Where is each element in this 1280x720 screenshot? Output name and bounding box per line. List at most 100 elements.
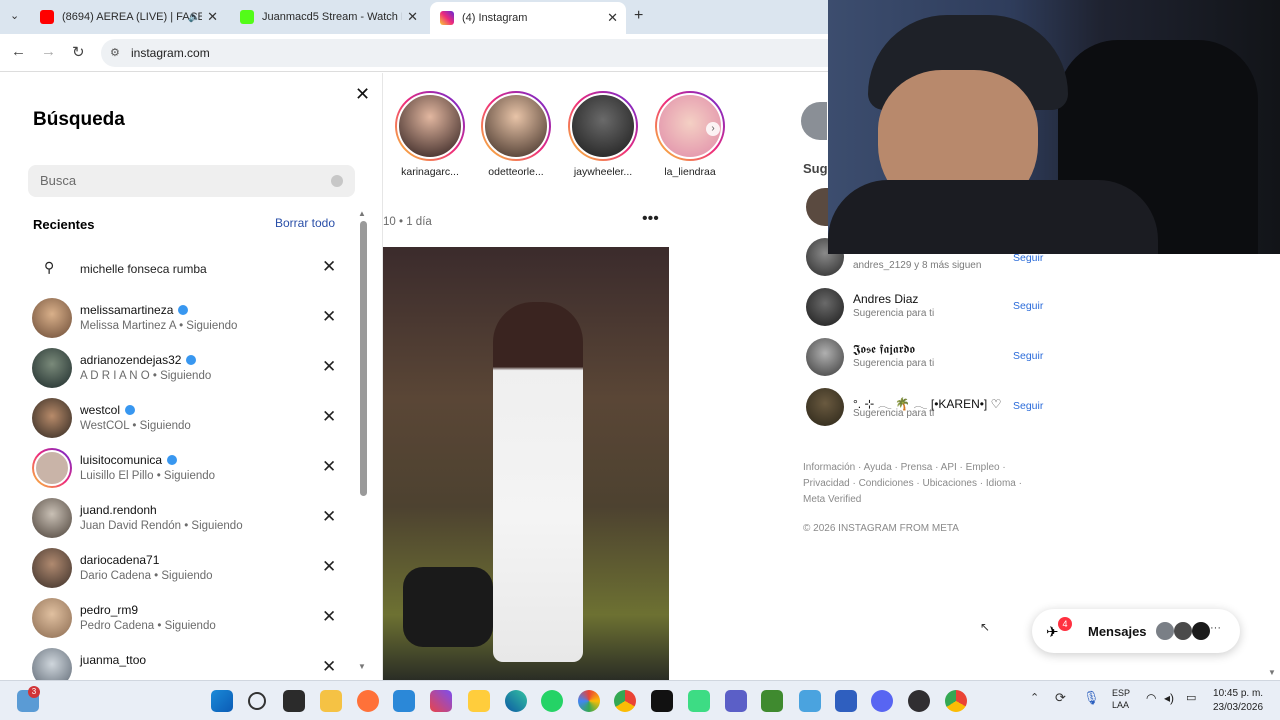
- recent-item[interactable]: luisitocomunica Luisillo El Pillo • Sigu…: [0, 444, 355, 494]
- suggestion-name[interactable]: 𝕵𝖔𝖘𝖊 𝖋𝖆𝖏𝖆𝖗𝖉𝖔: [853, 342, 915, 357]
- language-indicator[interactable]: ESP LAA: [1112, 687, 1130, 711]
- wifi-icon[interactable]: ◠: [1146, 691, 1156, 705]
- notification-badge: 3: [28, 686, 40, 698]
- post-image[interactable]: [383, 247, 669, 680]
- firefox-icon[interactable]: [357, 690, 379, 712]
- verified-badge-icon: [186, 355, 197, 365]
- remove-icon[interactable]: ✕: [322, 507, 336, 527]
- reload-icon[interactable]: ↻: [72, 43, 85, 61]
- new-tab-icon[interactable]: +: [634, 7, 643, 25]
- remove-icon[interactable]: ✕: [322, 257, 336, 277]
- recent-item[interactable]: westcol WestCOL • Siguiendo ✕: [0, 394, 355, 444]
- speaker-icon[interactable]: 🔈: [188, 12, 200, 23]
- recent-item[interactable]: adrianozendejas32 A D R I A N O • Siguie…: [0, 344, 355, 394]
- suggestion-name[interactable]: Andres Diaz: [853, 292, 918, 306]
- chevron-up-icon[interactable]: ⌃: [1030, 691, 1039, 704]
- tab-title: (4) Instagram: [462, 12, 528, 24]
- teams-icon[interactable]: [725, 690, 747, 712]
- scrollbar-thumb[interactable]: [360, 221, 367, 496]
- recent-item[interactable]: pedro_rm9 Pedro Cadena • Siguiendo ✕: [0, 594, 355, 644]
- avatar: [32, 348, 72, 388]
- app-icon[interactable]: [430, 690, 452, 712]
- recent-item[interactable]: juanma_ttoo ✕: [0, 644, 355, 680]
- chrome-active-icon[interactable]: [945, 690, 967, 712]
- file-explorer-icon[interactable]: [320, 690, 342, 712]
- avatar[interactable]: [806, 288, 844, 326]
- page-scroll-down-icon[interactable]: ▼: [1268, 668, 1276, 677]
- address-bar[interactable]: ⚙ instagram.com: [101, 39, 841, 67]
- recent-item[interactable]: juand.rendonh Juan David Rendón • Siguie…: [0, 494, 355, 544]
- recent-item[interactable]: melissamartineza Melissa Martinez A • Si…: [0, 294, 355, 344]
- remove-icon[interactable]: ✕: [322, 357, 336, 377]
- store-icon[interactable]: [393, 690, 415, 712]
- subtitle: Melissa Martinez A • Siguiendo: [80, 320, 238, 332]
- follow-button[interactable]: Seguir: [1013, 300, 1043, 312]
- story-avatar[interactable]: [395, 91, 465, 161]
- obs-icon[interactable]: [908, 690, 930, 712]
- microphone-icon[interactable]: 🎙: [1083, 690, 1100, 706]
- story-avatar[interactable]: [568, 91, 638, 161]
- recent-item[interactable]: dariocadena71 Dario Cadena • Siguiendo ✕: [0, 544, 355, 594]
- system-clock[interactable]: 10:45 p. m. 23/03/2026: [1213, 687, 1263, 715]
- stories-next-icon[interactable]: ›: [706, 122, 720, 136]
- more-options-icon[interactable]: •••: [642, 210, 659, 228]
- suggestion-item: Andres Diaz Sugerencia para ti Seguir: [806, 288, 1046, 328]
- android-icon[interactable]: [688, 690, 710, 712]
- volume-icon[interactable]: ◂): [1164, 691, 1174, 705]
- footer-line[interactable]: Privacidad · Condiciones · Ubicaciones ·…: [803, 476, 1023, 492]
- close-tab-icon[interactable]: ✕: [407, 9, 418, 25]
- tab-instagram[interactable]: (4) Instagram ✕: [430, 2, 626, 34]
- footer-line[interactable]: Información · Ayuda · Prensa · API · Emp…: [803, 460, 1023, 476]
- suggestion-avatar[interactable]: [806, 188, 828, 226]
- profile-avatar[interactable]: [801, 102, 827, 140]
- search-input[interactable]: Busca: [28, 165, 355, 197]
- tab-kick[interactable]: Juanmacd5 Stream - Watch Live ✕: [230, 4, 426, 30]
- scroll-down-icon[interactable]: ▼: [358, 662, 366, 671]
- whatsapp-icon[interactable]: [541, 690, 563, 712]
- kick-icon: [240, 10, 254, 24]
- tab-youtube[interactable]: (8694) AEREA (LIVE) | FACE 🔈 ✕: [30, 4, 226, 30]
- remove-icon[interactable]: ✕: [322, 407, 336, 427]
- search-icon[interactable]: [248, 692, 266, 710]
- minecraft-icon[interactable]: [761, 690, 783, 712]
- remove-icon[interactable]: ✕: [322, 557, 336, 577]
- avatar[interactable]: [806, 388, 844, 426]
- chrome-icon[interactable]: [614, 690, 636, 712]
- follow-button[interactable]: Seguir: [1013, 400, 1043, 412]
- copyright: © 2026 INSTAGRAM FROM META: [803, 523, 959, 534]
- clear-input-icon[interactable]: [331, 175, 343, 187]
- remove-icon[interactable]: ✕: [322, 307, 336, 327]
- remove-icon[interactable]: ✕: [322, 607, 336, 627]
- close-tab-icon[interactable]: ✕: [607, 10, 618, 26]
- task-view-icon[interactable]: [283, 690, 305, 712]
- edge-icon[interactable]: [505, 690, 527, 712]
- instagram-icon: [440, 11, 454, 25]
- battery-icon[interactable]: ▭: [1186, 691, 1196, 704]
- files-icon[interactable]: [468, 690, 490, 712]
- site-info-icon[interactable]: ⚙: [110, 39, 120, 67]
- clear-all-button[interactable]: Borrar todo: [275, 216, 335, 230]
- photos-icon[interactable]: [578, 690, 600, 712]
- network-app-icon[interactable]: [835, 690, 857, 712]
- close-tab-icon[interactable]: ✕: [207, 9, 218, 25]
- messages-button[interactable]: ✈ 4 Mensajes ···: [1032, 609, 1240, 653]
- scroll-up-icon[interactable]: ▲: [358, 209, 366, 218]
- tab-list-dropdown-icon[interactable]: ⌄: [10, 9, 19, 22]
- remove-icon[interactable]: ✕: [322, 657, 336, 677]
- windows-start-icon[interactable]: [211, 690, 233, 712]
- recent-query-item[interactable]: ⚲ michelle fonseca rumba ✕: [0, 244, 355, 294]
- footer-line[interactable]: Meta Verified: [803, 492, 1023, 508]
- avatar[interactable]: [806, 338, 844, 376]
- capcut-icon[interactable]: [651, 690, 673, 712]
- discord-icon[interactable]: [871, 690, 893, 712]
- follow-button[interactable]: Seguir: [1013, 350, 1043, 362]
- back-icon[interactable]: ←: [11, 43, 26, 60]
- forward-icon[interactable]: →: [41, 43, 56, 60]
- sync-icon[interactable]: ⟳: [1055, 690, 1066, 706]
- messages-badge: 4: [1058, 617, 1072, 631]
- story-avatar[interactable]: [481, 91, 551, 161]
- close-icon[interactable]: ✕: [355, 84, 370, 105]
- snipping-icon[interactable]: [799, 690, 821, 712]
- chat-avatar: [1174, 622, 1192, 640]
- remove-icon[interactable]: ✕: [322, 457, 336, 477]
